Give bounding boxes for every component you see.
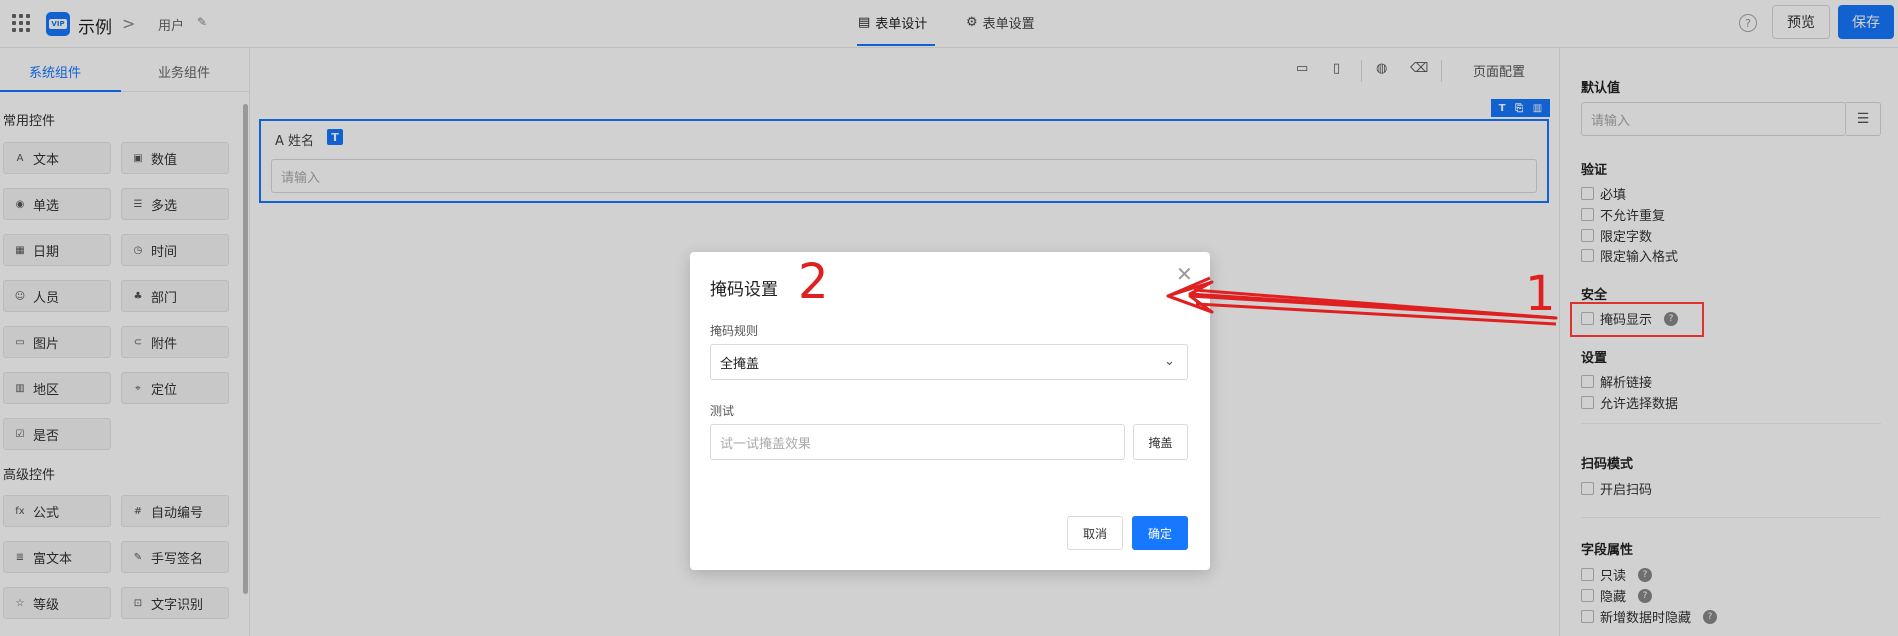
cancel-button[interactable]: 取消: [1067, 516, 1123, 550]
annotation-marker-1: 1: [1525, 266, 1556, 322]
annotation-marker-2: 2: [798, 254, 829, 310]
dialog-title: 掩码设置: [710, 280, 778, 300]
mask-rule-select[interactable]: 全掩盖: [710, 344, 1188, 380]
mask-button[interactable]: 掩盖: [1133, 424, 1188, 460]
mask-settings-dialog: 掩码设置 2 ✕ 掩码规则 全掩盖 ⌄ 测试 试一试掩盖效果 掩盖 取消 确定: [690, 252, 1210, 570]
annotation-highlight-box: [1570, 302, 1704, 337]
mask-rule-label: 掩码规则: [710, 324, 759, 338]
test-label: 测试: [710, 404, 735, 418]
chevron-down-icon[interactable]: ⌄: [1164, 354, 1175, 369]
close-icon[interactable]: ✕: [1176, 262, 1193, 286]
confirm-button[interactable]: 确定: [1132, 516, 1188, 550]
test-input[interactable]: 试一试掩盖效果: [710, 424, 1125, 460]
